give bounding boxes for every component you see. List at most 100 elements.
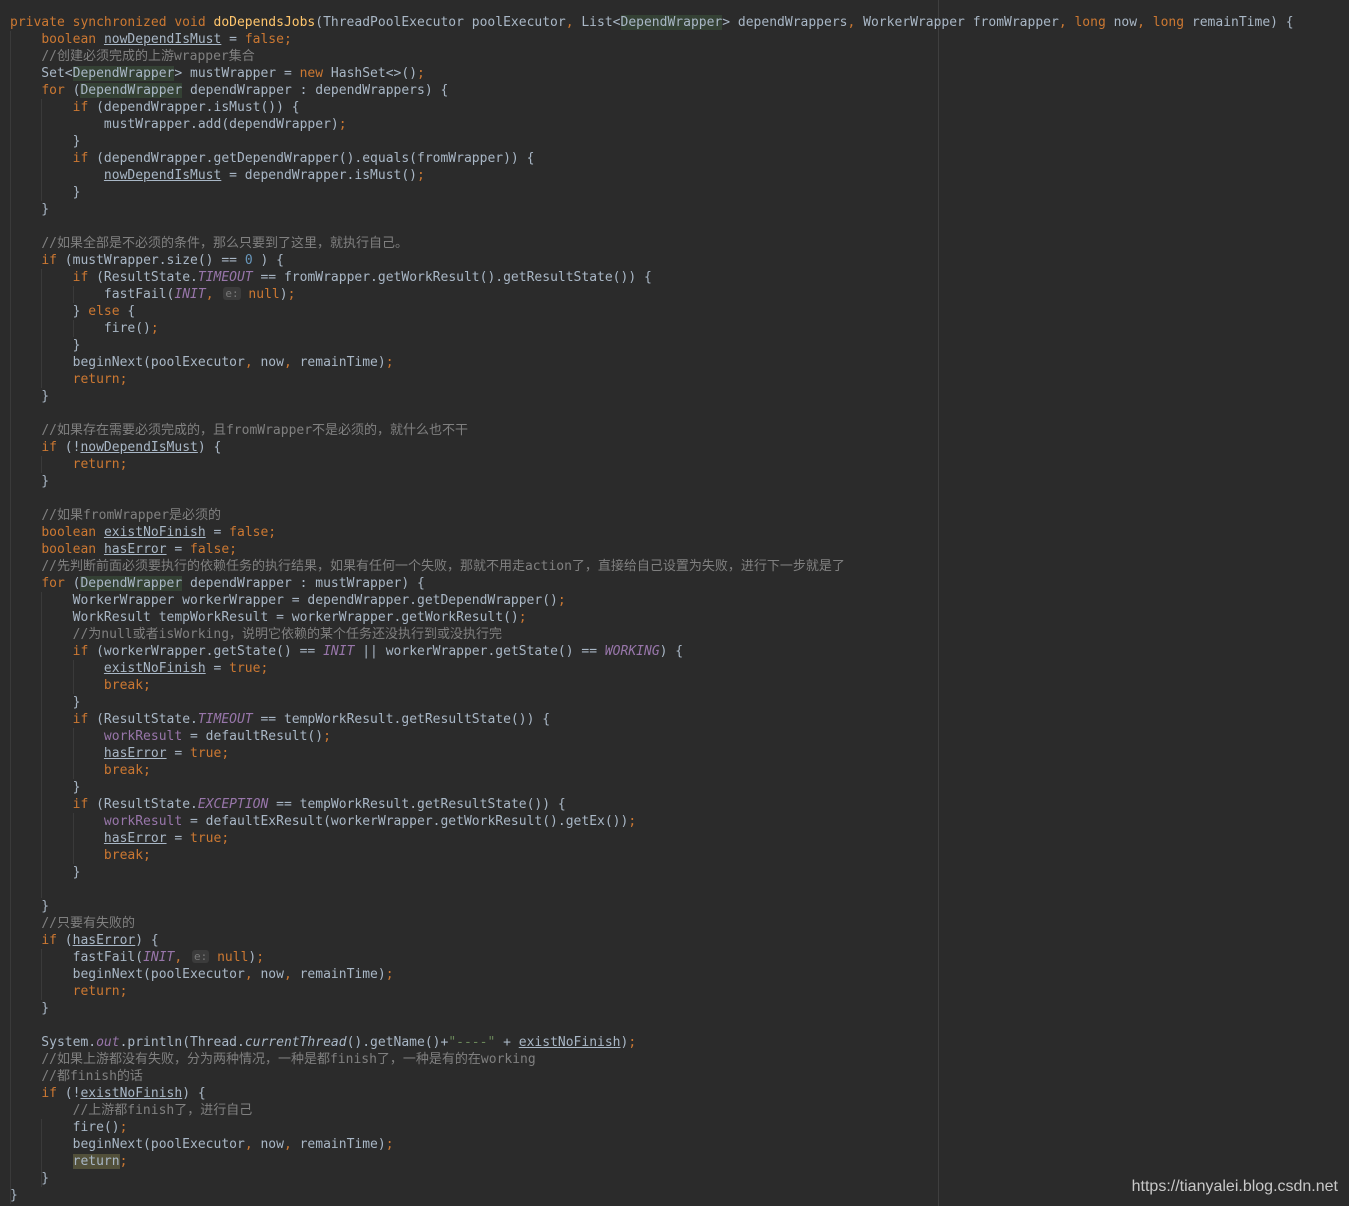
code-line[interactable]: //如果全部是不必须的条件，那么只要到了这里，就执行自己。 [10,235,1294,252]
code-line[interactable]: //创建必须完成的上游wrapper集合 [10,48,1294,65]
code-line[interactable]: } [10,1170,1294,1187]
code-line[interactable]: //只要有失败的 [10,915,1294,932]
code-line[interactable] [10,490,1294,507]
code-line[interactable]: if (ResultState.TIMEOUT == fromWrapper.g… [10,269,1294,286]
code-token: ; [628,814,637,829]
code-line[interactable]: //如果上游都没有失败，分为两种情况，一种是都finish了，一种是有的在wor… [10,1051,1294,1068]
code-line[interactable]: if (workerWrapper.getState() == INIT || … [10,643,1294,660]
code-line[interactable]: } [10,201,1294,218]
code-line[interactable]: break; [10,847,1294,864]
code-line[interactable]: if (dependWrapper.isMust()) { [10,99,1294,116]
code-line[interactable]: } [10,1187,1294,1204]
code-line[interactable]: Set<DependWrapper> mustWrapper = new Has… [10,65,1294,82]
code-line[interactable]: break; [10,762,1294,779]
code-editor[interactable]: private synchronized void doDependsJobs(… [0,0,1349,1206]
code-line[interactable]: //上游都finish了，进行自己 [10,1102,1294,1119]
code-line[interactable]: } [10,473,1294,490]
code-line[interactable]: System.out.println(Thread.currentThread(… [10,1034,1294,1051]
code-token: if [72,100,97,115]
code-token: if [72,644,97,659]
code-token: || workerWrapper.getState() == [354,644,605,659]
code-line[interactable]: fastFail(INIT, e: null); [10,949,1294,966]
code-token: INIT [323,644,355,659]
code-line[interactable]: if (hasError) { [10,932,1294,949]
code-line[interactable]: } [10,1000,1294,1017]
code-line[interactable] [10,881,1294,898]
code-line[interactable]: if (dependWrapper.getDependWrapper().equ… [10,150,1294,167]
code-line[interactable]: fire(); [10,320,1294,337]
code-token: } [10,1171,50,1186]
code-line[interactable]: existNoFinish = true; [10,660,1294,677]
code-line[interactable]: //都finish的话 [10,1068,1294,1085]
code-line[interactable]: hasError = true; [10,830,1294,847]
code-line[interactable]: WorkerWrapper workerWrapper = dependWrap… [10,592,1294,609]
watermark: https://tianyalei.blog.csdn.net [1131,1178,1338,1195]
code-line[interactable]: if (!existNoFinish) { [10,1085,1294,1102]
code-line[interactable]: private synchronized void doDependsJobs(… [10,14,1294,31]
code-token: //先判断前面必须要执行的依赖任务的执行结果，如果有任何一个失败，那就不用走ac… [41,559,845,574]
code-token: ().getName()+ [346,1035,449,1050]
code-line[interactable]: return; [10,1153,1294,1170]
code-line[interactable]: if (ResultState.TIMEOUT == tempWorkResul… [10,711,1294,728]
code-line[interactable]: beginNext(poolExecutor, now, remainTime)… [10,966,1294,983]
code-line[interactable]: boolean hasError = false; [10,541,1294,558]
code-token: = [166,542,191,557]
code-line[interactable] [10,1017,1294,1034]
code-token: //如果fromWrapper是必须的 [41,508,222,523]
code-line[interactable]: } [10,898,1294,915]
code-line[interactable]: //先判断前面必须要执行的依赖任务的执行结果，如果有任何一个失败，那就不用走ac… [10,558,1294,575]
code-token: ; [119,1120,128,1135]
code-line[interactable]: } [10,779,1294,796]
parameter-hint: e: [192,950,210,963]
code-line[interactable]: nowDependIsMust = dependWrapper.isMust()… [10,167,1294,184]
code-line[interactable]: workResult = defaultExResult(workerWrapp… [10,813,1294,830]
code-line[interactable]: mustWrapper.add(dependWrapper); [10,116,1294,133]
code-line[interactable] [10,218,1294,235]
code-line[interactable]: } [10,184,1294,201]
code-token: ; [385,355,394,370]
code-token: existNoFinish [518,1035,621,1050]
code-line[interactable]: if (mustWrapper.size() == 0 ) { [10,252,1294,269]
code-token: //如果存在需要必须完成的，且fromWrapper不是必须的，就什么也不干 [41,423,469,438]
code-area[interactable]: private synchronized void doDependsJobs(… [10,14,1294,1204]
code-line[interactable]: beginNext(poolExecutor, now, remainTime)… [10,354,1294,371]
code-token: mustWrapper.add(dependWrapper) [10,117,339,132]
code-line[interactable]: if (ResultState.EXCEPTION == tempWorkRes… [10,796,1294,813]
code-line[interactable]: boolean existNoFinish = false; [10,524,1294,541]
code-line[interactable]: } [10,694,1294,711]
code-token: ; [385,967,394,982]
code-line[interactable]: if (!nowDependIsMust) { [10,439,1294,456]
code-line[interactable]: } else { [10,303,1294,320]
code-token: { [127,304,136,319]
code-line[interactable]: //如果fromWrapper是必须的 [10,507,1294,524]
code-line[interactable]: break; [10,677,1294,694]
code-line[interactable]: beginNext(poolExecutor, now, remainTime)… [10,1136,1294,1153]
code-line[interactable]: } [10,388,1294,405]
code-line[interactable]: } [10,133,1294,150]
code-token: remainTime) { [1191,15,1294,30]
code-line[interactable]: for (DependWrapper dependWrapper : depen… [10,82,1294,99]
code-token: , [283,355,300,370]
code-line[interactable]: boolean nowDependIsMust = false; [10,31,1294,48]
code-line[interactable]: workResult = defaultResult(); [10,728,1294,745]
code-line[interactable]: return; [10,371,1294,388]
code-line[interactable] [10,405,1294,422]
code-line[interactable]: } [10,337,1294,354]
code-line[interactable]: for (DependWrapper dependWrapper : mustW… [10,575,1294,592]
code-line[interactable]: fastFail(INIT, e: null); [10,286,1294,303]
code-token: (workerWrapper.getState() == [96,644,324,659]
code-token: } [10,899,50,914]
code-token: beginNext(poolExecutor [10,1137,245,1152]
code-token: for [41,83,73,98]
code-line[interactable]: hasError = true; [10,745,1294,762]
code-line[interactable]: return; [10,456,1294,473]
code-line[interactable]: } [10,864,1294,881]
code-line[interactable]: return; [10,983,1294,1000]
code-line[interactable]: //为null或者isWorking，说明它依赖的某个任务还没执行到或没执行完 [10,626,1294,643]
code-line[interactable]: WorkResult tempWorkResult = workerWrappe… [10,609,1294,626]
code-line[interactable]: //如果存在需要必须完成的，且fromWrapper不是必须的，就什么也不干 [10,422,1294,439]
code-line[interactable]: fire(); [10,1119,1294,1136]
